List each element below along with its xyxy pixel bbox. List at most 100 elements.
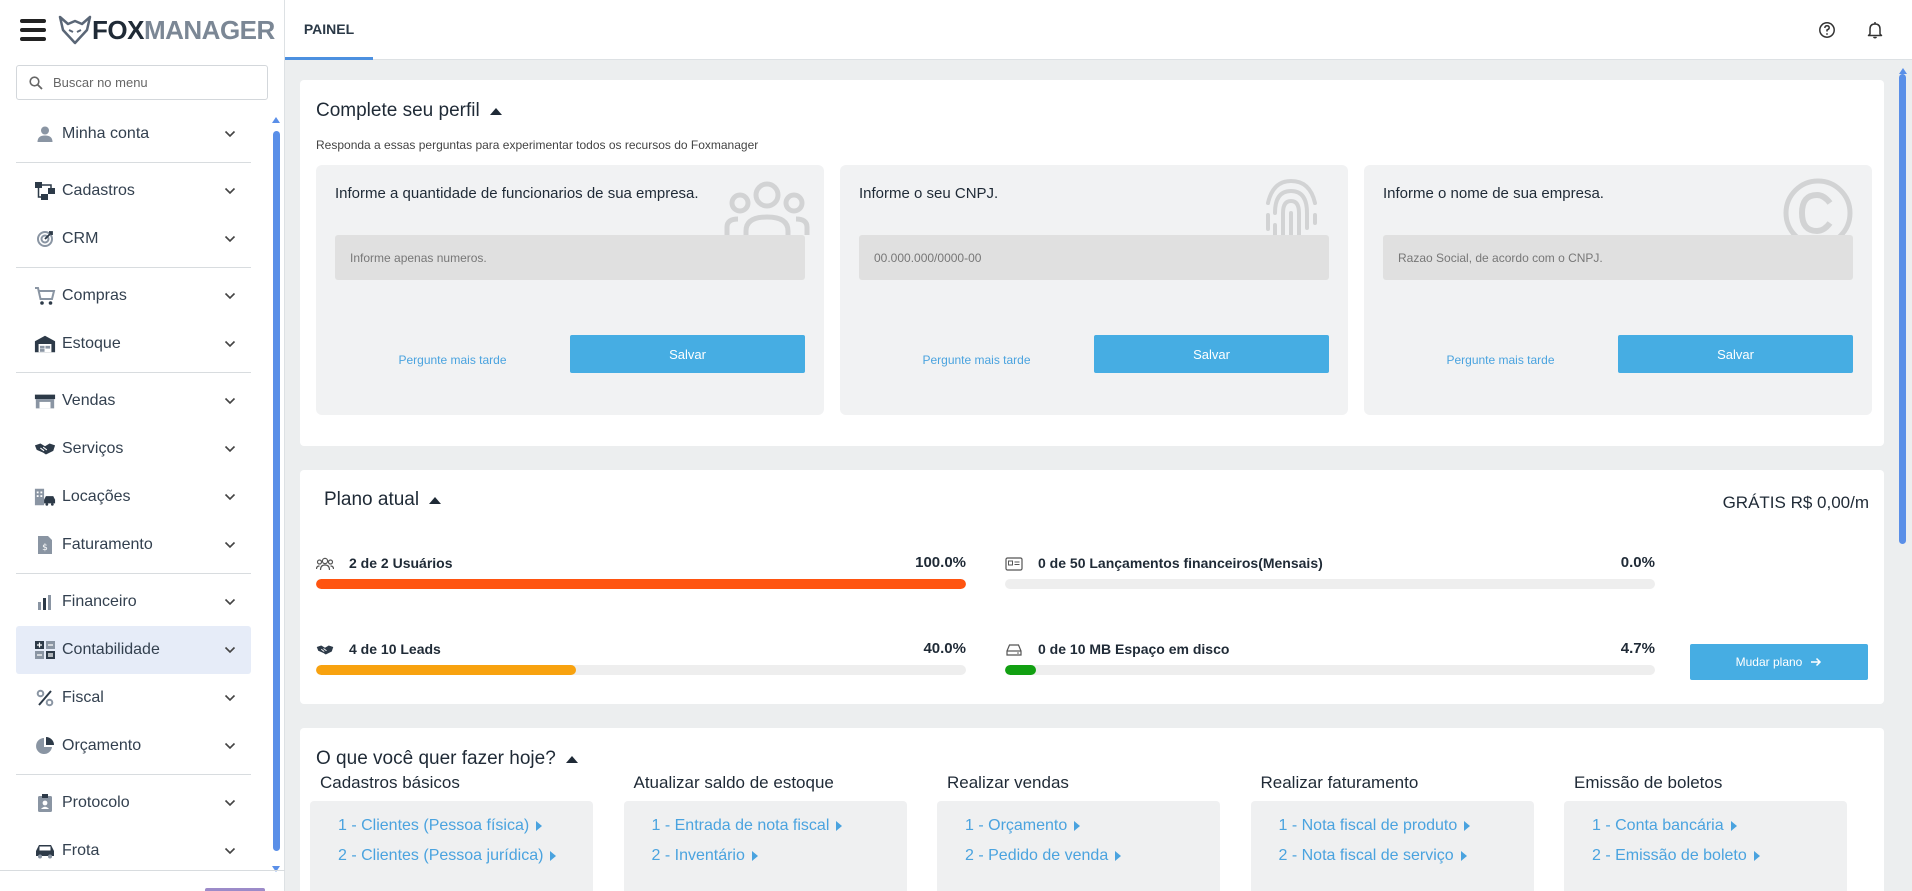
change-plan-button[interactable]: Mudar plano	[1690, 644, 1868, 680]
sidebar-item-label: Fiscal	[62, 689, 104, 706]
chevron-down-icon[interactable]	[223, 643, 237, 657]
profile-answer-input[interactable]	[335, 235, 805, 280]
plan-price: GRÁTIS R$ 0,00/m	[1722, 493, 1869, 512]
todo-link[interactable]: 1 - Conta bancária	[1564, 811, 1847, 841]
sidebar-item-frota[interactable]: Frota	[16, 827, 251, 875]
chevron-down-icon[interactable]	[223, 490, 237, 504]
chevron-down-icon[interactable]	[223, 691, 237, 705]
help-icon[interactable]	[1817, 20, 1837, 40]
sidebar-item-crm[interactable]: CRM	[16, 215, 251, 263]
todo-link[interactable]: 1 - Nota fiscal de produto	[1251, 811, 1534, 841]
chevron-down-icon[interactable]	[223, 442, 237, 456]
todo-card: O que você quer fazer hoje? Cadastros bá…	[300, 728, 1884, 891]
todo-link[interactable]: 1 - Entrada de nota fiscal	[624, 811, 907, 841]
profile-question: Informe o seu CNPJ.	[859, 185, 999, 202]
caret-right-icon	[1460, 851, 1467, 861]
target-icon	[34, 228, 56, 250]
collapse-caret-icon[interactable]	[429, 496, 442, 504]
sidebar-item-estoque[interactable]: Estoque	[16, 320, 251, 368]
todo-link[interactable]: 2 - Inventário	[624, 841, 907, 871]
todo-link-label: 2 - Nota fiscal de serviço	[1278, 847, 1454, 864]
chevron-down-icon[interactable]	[223, 796, 237, 810]
plan-quota: 2 de 2 Usuários 100.0%	[316, 552, 966, 594]
notification-bell-icon[interactable]	[1865, 20, 1885, 40]
menu-search[interactable]	[16, 65, 268, 100]
sidebar-scrollbar[interactable]	[272, 115, 280, 872]
hard-drive-icon	[1005, 643, 1023, 657]
todo-column-title: Realizar vendas	[947, 773, 1069, 792]
hamburger-menu-icon[interactable]	[20, 19, 46, 41]
profile-answer-input[interactable]	[859, 235, 1329, 280]
todo-link-label: 2 - Emissão de boleto	[1592, 847, 1747, 864]
ask-later-link[interactable]: Pergunte mais tarde	[859, 353, 1094, 367]
sidebar-divider	[0, 870, 285, 871]
car-icon	[34, 840, 56, 862]
caret-right-icon	[550, 851, 557, 861]
sidebar-item-faturamento[interactable]: $ Faturamento	[16, 521, 251, 569]
chevron-down-icon[interactable]	[223, 739, 237, 753]
sidebar-item-minha-conta[interactable]: Minha conta	[16, 110, 251, 158]
sidebar-item-cadastros[interactable]: Cadastros	[16, 167, 251, 215]
todo-column-title: Emissão de boletos	[1574, 773, 1723, 792]
sidebar-item-fiscal[interactable]: Fiscal	[16, 674, 251, 722]
main-scrollbar-thumb[interactable]	[1899, 74, 1906, 544]
chevron-down-icon[interactable]	[223, 184, 237, 198]
sidebar-item-locacoes[interactable]: Locações	[16, 473, 251, 521]
todo-link[interactable]: 2 - Emissão de boleto	[1564, 841, 1847, 871]
sidebar-item-protocolo[interactable]: Protocolo	[16, 779, 251, 827]
scroll-up-arrow-icon[interactable]	[272, 117, 280, 123]
chevron-down-icon[interactable]	[223, 538, 237, 552]
todo-link[interactable]: 2 - Pedido de venda	[937, 841, 1220, 871]
sidebar-header: FOXMANAGER	[0, 0, 284, 60]
todo-link[interactable]: 2 - Clientes (Pessoa jurídica)	[310, 841, 593, 871]
logo[interactable]: FOXMANAGER	[58, 15, 275, 46]
scroll-down-arrow-icon[interactable]	[272, 866, 280, 872]
todo-links-box: 1 - Clientes (Pessoa física) 2 - Clientes…	[310, 801, 593, 891]
save-button[interactable]: Salvar	[570, 335, 805, 373]
chevron-down-icon[interactable]	[223, 289, 237, 303]
menu-search-input[interactable]	[53, 75, 253, 90]
save-button[interactable]: Salvar	[1094, 335, 1329, 373]
caret-right-icon	[1753, 851, 1760, 861]
ask-later-link[interactable]: Pergunte mais tarde	[1383, 353, 1618, 367]
profile-title-text: Complete seu perfil	[316, 100, 480, 121]
sidebar-item-orcamento[interactable]: Orçamento	[16, 722, 251, 770]
chevron-down-icon[interactable]	[223, 844, 237, 858]
sidebar-item-financeiro[interactable]: Financeiro	[16, 578, 251, 626]
todo-link[interactable]: 1 - Orçamento	[937, 811, 1220, 841]
caret-right-icon	[751, 851, 758, 861]
tab-painel[interactable]: PAINEL	[285, 0, 373, 60]
chevron-down-icon[interactable]	[223, 595, 237, 609]
sidebar-item-contabilidade[interactable]: Contabilidade	[16, 626, 251, 674]
main-scrollbar[interactable]	[1899, 68, 1907, 878]
sidebar-scrollbar-thumb[interactable]	[273, 131, 280, 851]
profile-answer-input[interactable]	[1383, 235, 1853, 280]
chevron-down-icon[interactable]	[223, 232, 237, 246]
sidebar-item-servicos[interactable]: Serviços	[16, 425, 251, 473]
sidebar-item-label: Minha conta	[62, 125, 150, 142]
caret-right-icon	[1115, 851, 1122, 861]
hierarchy-icon	[34, 180, 56, 202]
save-button[interactable]: Salvar	[1618, 335, 1853, 373]
todo-column-title: Cadastros básicos	[320, 773, 460, 792]
quota-label: 0 de 10 MB Espaço em disco	[1038, 641, 1230, 657]
collapse-caret-icon[interactable]	[489, 107, 502, 115]
quota-progress-bar	[316, 579, 966, 589]
quota-percent: 0.0%	[1620, 554, 1655, 571]
chevron-down-icon[interactable]	[223, 394, 237, 408]
sidebar-item-label: Financeiro	[62, 593, 137, 610]
caret-right-icon	[536, 821, 543, 831]
caret-right-icon	[1730, 821, 1737, 831]
sidebar-item-vendas[interactable]: Vendas	[16, 377, 251, 425]
quota-progress-fill	[316, 579, 966, 589]
plan-title-text: Plano atual	[324, 489, 420, 510]
collapse-caret-icon[interactable]	[565, 755, 578, 763]
ask-later-link[interactable]: Pergunte mais tarde	[335, 353, 570, 367]
handshake-icon	[316, 643, 334, 657]
todo-link[interactable]: 1 - Clientes (Pessoa física)	[310, 811, 593, 841]
chevron-down-icon[interactable]	[223, 337, 237, 351]
chevron-down-icon[interactable]	[223, 127, 237, 141]
sidebar-item-compras[interactable]: Compras	[16, 272, 251, 320]
profile-question-box: Informe o seu CNPJ. Pergunte mais tardeSa…	[840, 165, 1348, 415]
todo-link[interactable]: 2 - Nota fiscal de serviço	[1251, 841, 1534, 871]
